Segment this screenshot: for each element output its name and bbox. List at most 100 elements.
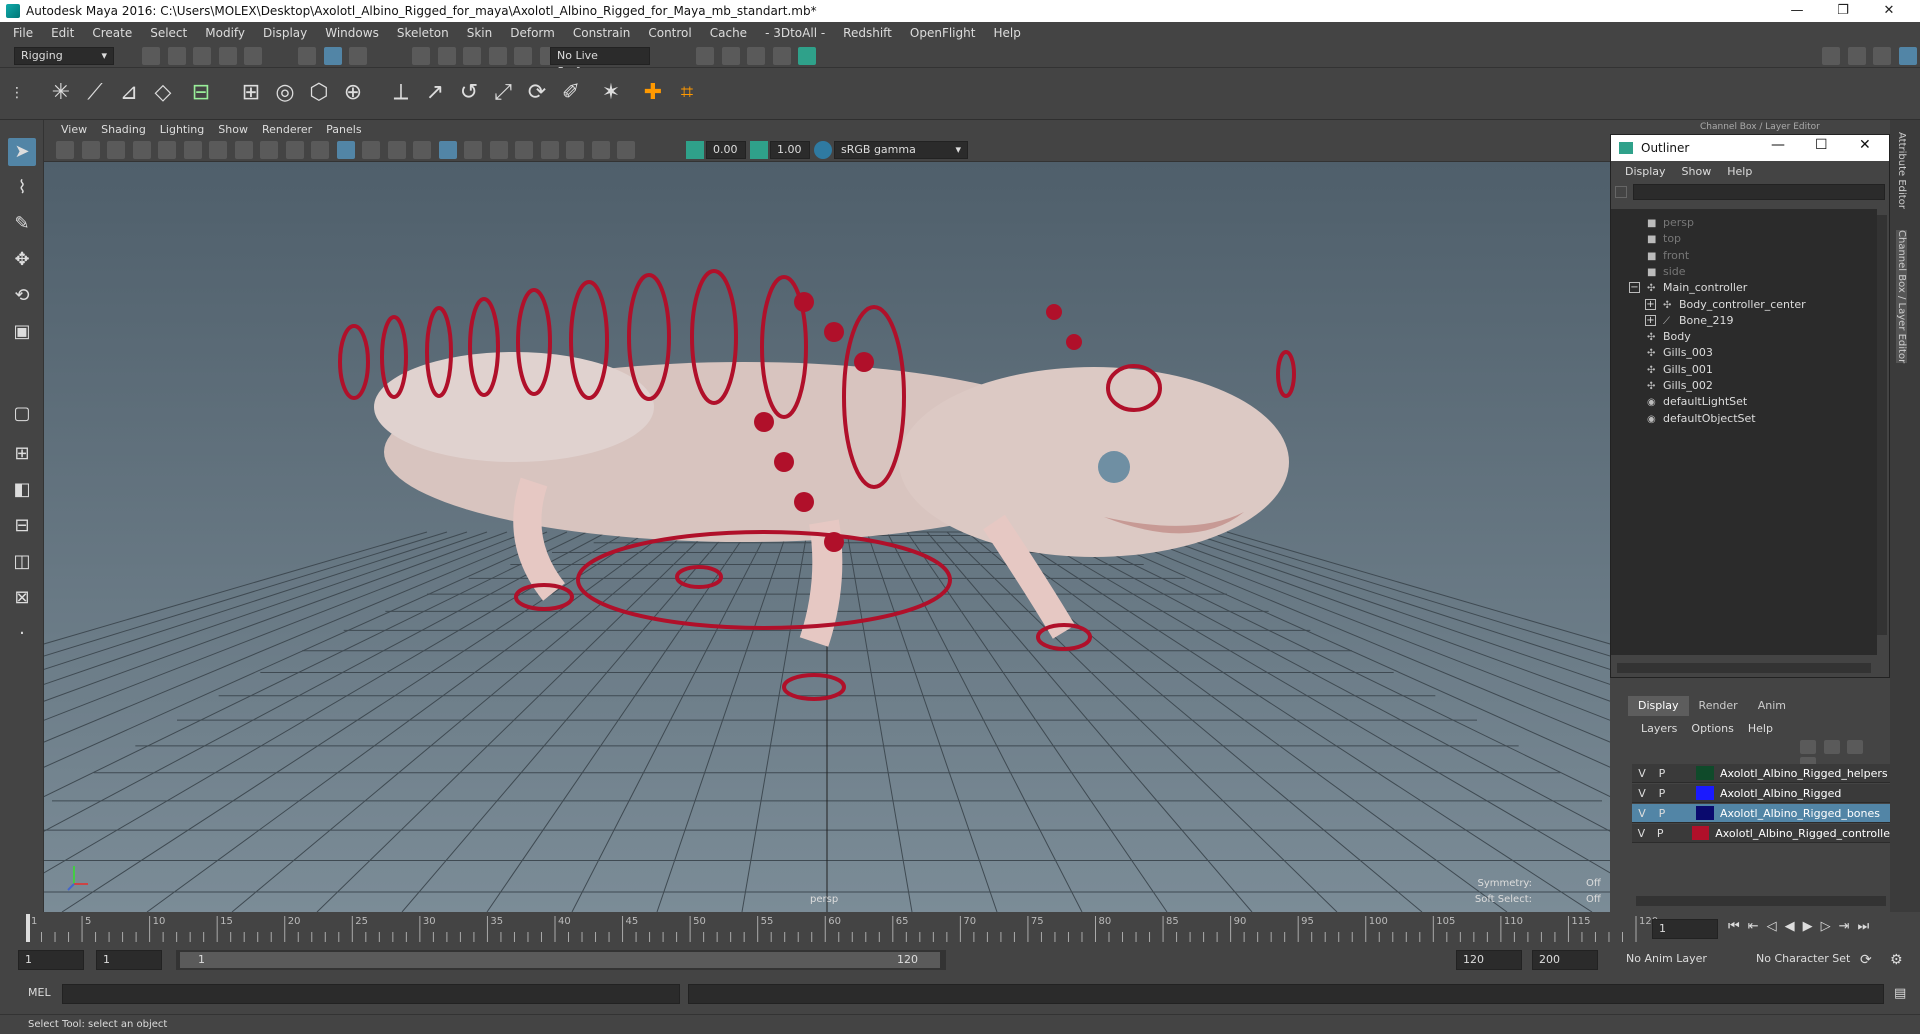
playback-end-field[interactable]: 120 [1456,950,1522,970]
modeling-toolkit-icon[interactable] [1822,47,1840,65]
menu-skin[interactable]: Skin [458,26,502,40]
menu-select[interactable]: Select [141,26,196,40]
collapse-icon[interactable]: − [1629,282,1640,294]
minimize-button[interactable]: — [1774,0,1820,22]
antialias-icon[interactable] [489,141,508,159]
layer-row[interactable]: V P Axolotl_Albino_Rigged_bones [1632,804,1890,823]
menu-display[interactable]: Display [254,26,316,40]
viewport-menu-lighting[interactable]: Lighting [153,123,211,136]
layer-row[interactable]: V P Axolotl_Albino_Rigged_controlle [1632,824,1890,843]
lasso-tool-icon[interactable]: ⌇ [8,174,36,202]
gate-mask-icon[interactable] [234,141,253,159]
snap-curve-icon[interactable] [437,47,456,65]
save-scene-icon[interactable] [193,47,211,65]
locator-icon[interactable]: ✶ [596,78,626,108]
ik-handle-icon[interactable]: ⟋ [80,78,110,108]
snap-surface-icon[interactable] [514,47,532,65]
auto-key-icon[interactable]: ⟳ [1860,952,1872,968]
script-editor-icon[interactable]: ▤ [1894,986,1906,1001]
select-object-icon[interactable] [323,47,342,65]
snap-point-icon[interactable] [463,47,481,65]
safe-action-icon[interactable] [285,141,304,159]
bookmark-icon[interactable] [107,141,125,159]
shelf-options-icon[interactable]: ⋮ [8,78,26,108]
field-chart-icon[interactable] [260,141,278,159]
point-constraint-icon[interactable]: ⟂ [386,78,416,108]
color-space-dropdown[interactable]: sRGB gamma ▾ [834,141,968,159]
exposure-field[interactable]: 0.00 [706,141,746,159]
scale-constraint-icon[interactable]: ⤢ [488,78,518,108]
gamma-field[interactable]: 1.00 [770,141,810,159]
ipr-render-icon[interactable] [772,47,791,65]
range-bar[interactable]: 1 120 [176,950,946,970]
select-camera-icon[interactable] [56,141,74,159]
layer-color-swatch[interactable] [1696,766,1714,780]
layer-playback-toggle[interactable]: P [1652,807,1672,820]
shadows-icon[interactable] [413,141,431,159]
rotate-tool-icon[interactable]: ⟲ [8,282,36,310]
menu-edit[interactable]: Edit [42,26,83,40]
go-to-start-icon[interactable]: ⏮ [1728,919,1748,934]
cluster-icon[interactable]: ⬡ [304,78,334,108]
open-scene-icon[interactable] [167,47,186,65]
layer-visibility-toggle[interactable]: V [1632,787,1652,800]
restore-button[interactable]: ❐ [1820,0,1866,22]
step-forward-frame-icon[interactable]: ▷ [1821,919,1839,934]
backface-icon[interactable] [617,141,635,159]
parent-constraint-icon[interactable]: ⟳ [522,78,552,108]
insert-joint-icon[interactable]: ◇ [148,78,178,108]
ik-spline-icon[interactable]: ⊿ [114,78,144,108]
tool-settings-icon[interactable] [1873,47,1891,65]
more-layouts-icon[interactable]: · [8,620,36,648]
outliner-menu-help[interactable]: Help [1719,165,1760,178]
outliner-search-input[interactable] [1633,184,1885,200]
gamma-icon[interactable] [750,141,768,159]
play-backward-icon[interactable]: ◀ [1785,919,1803,934]
redo-icon[interactable] [244,47,262,65]
start-time-field[interactable]: 1 [18,950,84,970]
viewport-menu-renderer[interactable]: Renderer [255,123,319,136]
outliner-minimize-button[interactable]: — [1771,137,1785,153]
layer-visibility-toggle[interactable]: V [1632,767,1652,780]
step-back-frame-icon[interactable]: ◁ [1767,919,1785,934]
image-plane-icon[interactable] [132,141,151,159]
command-input[interactable] [62,984,680,1004]
four-view-icon[interactable]: ⊞ [8,440,36,468]
layer-playback-toggle[interactable]: P [1652,767,1672,780]
lights-icon[interactable] [387,141,406,159]
new-layer-icon[interactable] [1847,740,1863,754]
layer-playback-toggle[interactable]: P [1652,787,1672,800]
layer-color-swatch[interactable] [1692,826,1710,840]
menu-control[interactable]: Control [639,26,700,40]
outliner-item[interactable]: ◉ defaultObjectSet [1647,409,1756,429]
plus-locator-icon[interactable]: ✚ [638,78,668,108]
persp-outliner-icon[interactable]: ◧ [8,476,36,504]
close-button[interactable]: ✕ [1866,0,1912,22]
new-scene-icon[interactable] [142,47,160,65]
scale-tool-icon[interactable]: ▣ [8,318,36,346]
menu-3dtoall[interactable]: - 3DtoAll - [756,26,834,40]
viewport-menu-view[interactable]: View [54,123,94,136]
menu-skeleton[interactable]: Skeleton [388,26,458,40]
orient-constraint-icon[interactable]: ↺ [454,78,484,108]
menu-create[interactable]: Create [83,26,141,40]
film-gate-icon[interactable] [183,141,202,159]
resolution-gate-icon[interactable] [209,141,227,159]
menu-windows[interactable]: Windows [316,26,388,40]
step-forward-key-icon[interactable]: ⇥ [1839,919,1858,934]
layer-horizontal-scrollbar[interactable] [1636,896,1886,906]
menu-file[interactable]: File [4,26,42,40]
layer-menu-layers[interactable]: Layers [1634,722,1684,735]
select-component-icon[interactable] [349,47,367,65]
isolate-select-icon[interactable] [540,141,559,159]
character-set-dropdown[interactable]: No Character Set [1750,950,1870,970]
time-slider[interactable]: 1 5 10 15 20 25 30 35 40 45 50 55 60 65 70 75 80 85 90 95 10… [0,912,1920,946]
layer-tab-render[interactable]: Render [1689,696,1748,716]
menu-openflight[interactable]: OpenFlight [901,26,985,40]
joint-tool-icon[interactable]: ✳ [46,78,76,108]
command-language-label[interactable]: MEL [28,986,51,999]
play-forward-icon[interactable]: ▶ [1803,919,1821,934]
menu-cache[interactable]: Cache [701,26,756,40]
menu-set-dropdown[interactable]: Rigging ▾ [14,47,114,65]
select-tool-icon[interactable]: ➤ [8,138,36,166]
